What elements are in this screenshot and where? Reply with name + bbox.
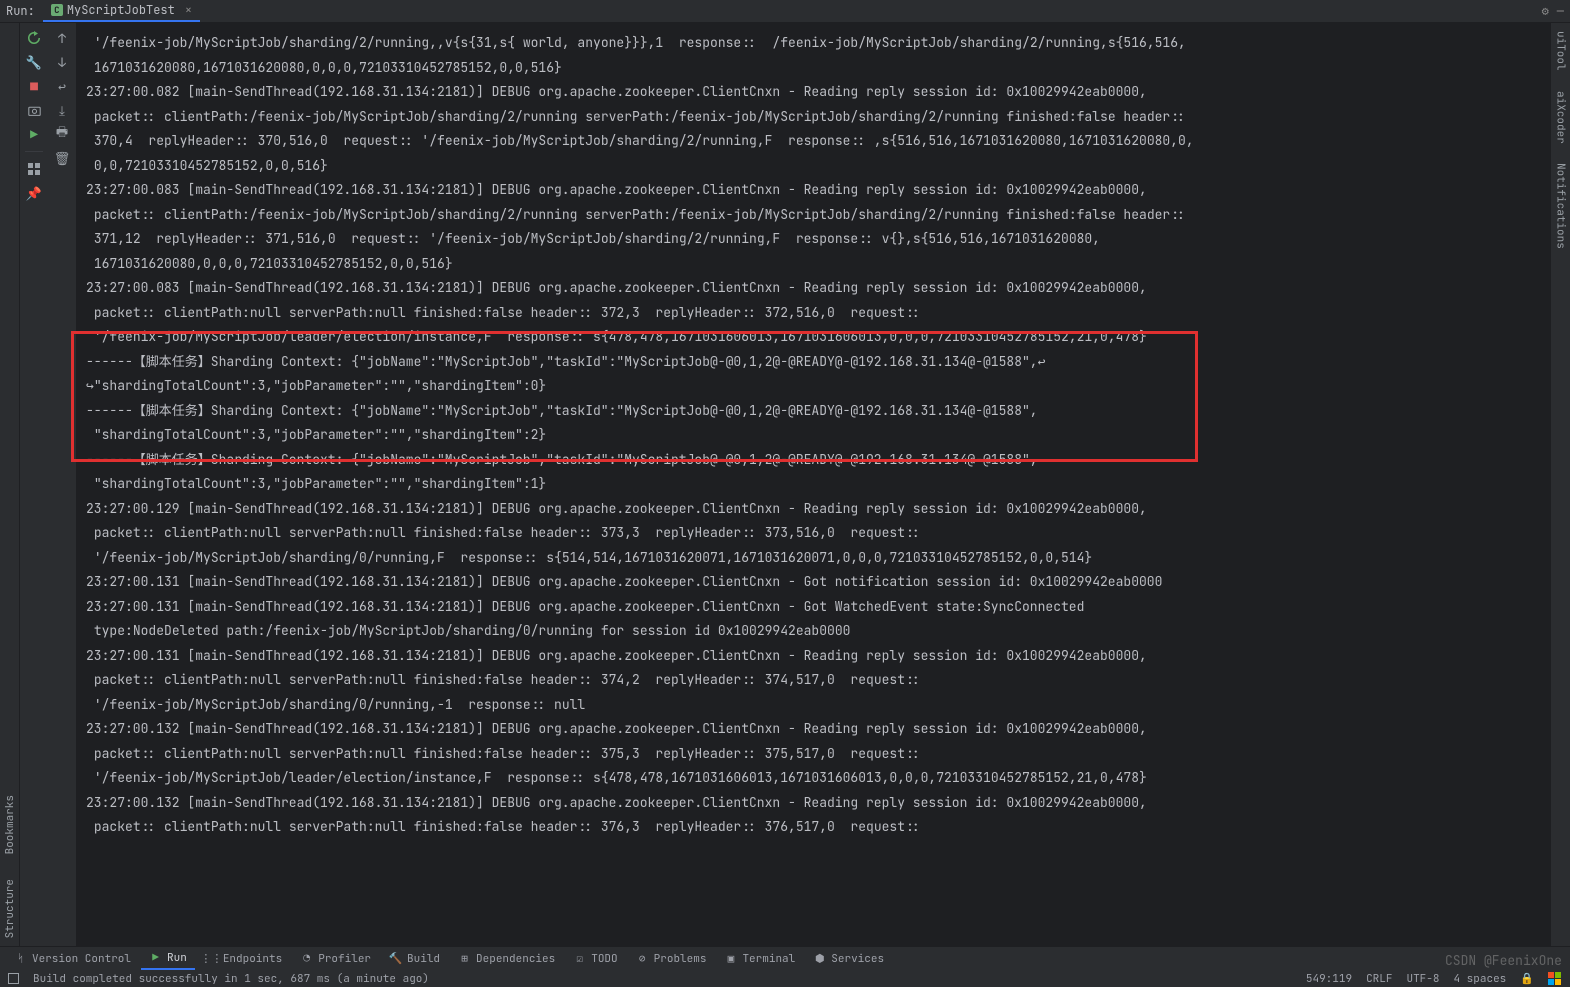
console-line: packet:: clientPath:null serverPath:null…	[86, 521, 1540, 546]
scroll-to-end-icon[interactable]: ⤓	[53, 101, 71, 119]
console-line: 23:27:00.131 [main-SendThread(192.168.31…	[86, 644, 1540, 669]
console-line: 23:27:00.132 [main-SendThread(192.168.31…	[86, 791, 1540, 816]
terminal-tool[interactable]: ▣Terminal	[716, 948, 803, 970]
endpoints-icon: ⋮⋮	[205, 952, 218, 965]
camera-icon[interactable]	[25, 101, 43, 119]
rerun-icon[interactable]	[25, 29, 43, 47]
bottom-tool-bar: ᛋVersion Control ▶Run ⋮⋮Endpoints ◔Profi…	[0, 946, 1570, 970]
console-line: '/feenix-job/MyScriptJob/sharding/0/runn…	[86, 546, 1540, 571]
caret-pos[interactable]: 549:119	[1306, 972, 1352, 986]
console-line: packet:: clientPath:null serverPath:null…	[86, 742, 1540, 767]
console-line: packet:: clientPath:/feenix-job/MyScript…	[86, 203, 1540, 228]
csdn-watermark: CSDN @FeenixOne	[1445, 952, 1562, 969]
console-line: packet:: clientPath:null serverPath:null…	[86, 668, 1540, 693]
notifications-tab[interactable]: Notifications	[1554, 163, 1568, 249]
console-line: packet:: clientPath:/feenix-job/MyScript…	[86, 105, 1540, 130]
line-separator[interactable]: CRLF	[1366, 972, 1392, 986]
console-line: '/feenix-job/MyScriptJob/leader/election…	[86, 325, 1540, 350]
gear-icon[interactable]: ⚙	[1542, 3, 1549, 19]
branch-icon: ᛋ	[14, 952, 27, 965]
up-arrow-icon[interactable]: ↑	[53, 29, 71, 47]
console-line: packet:: clientPath:null serverPath:null…	[86, 301, 1540, 326]
run-tool[interactable]: ▶Run	[141, 948, 195, 970]
close-tab-icon[interactable]: ×	[185, 2, 192, 18]
toolwindow-toggle-icon[interactable]	[8, 973, 19, 984]
console-line: ------【脚本任务】Sharding Context: {"jobName"…	[86, 350, 1540, 375]
minimize-icon[interactable]: —	[1557, 3, 1564, 19]
console-line: 23:27:00.131 [main-SendThread(192.168.31…	[86, 570, 1540, 595]
console-line: packet:: clientPath:null serverPath:null…	[86, 815, 1540, 840]
todo-icon: ☑	[573, 952, 586, 965]
run-tab-title: MyScriptJobTest	[67, 2, 175, 18]
run-tab-myscriptjobtest[interactable]: C MyScriptJobTest ×	[43, 0, 200, 22]
pin-icon[interactable]: 📌	[25, 184, 43, 202]
console-line: 370,4 replyHeader:: 370,516,0 request:: …	[86, 129, 1540, 154]
console-line: '/feenix-job/MyScriptJob/leader/election…	[86, 766, 1540, 791]
play-plus-icon[interactable]: ▶	[25, 125, 43, 143]
console-line: 23:27:00.083 [main-SendThread(192.168.31…	[86, 276, 1540, 301]
aixcoder-tab[interactable]: aiXcoder	[1554, 91, 1568, 144]
console-line: 23:27:00.131 [main-SendThread(192.168.31…	[86, 595, 1540, 620]
stop-icon[interactable]: ■	[25, 77, 43, 95]
console-line: '/feenix-job/MyScriptJob/sharding/2/runn…	[86, 31, 1540, 56]
run-actions-col-1: 🔧 ■ ▶ 📌	[20, 23, 48, 946]
console-line: "shardingTotalCount":3,"jobParameter":""…	[86, 472, 1540, 497]
todo-tool[interactable]: ☑TODO	[565, 948, 625, 970]
services-icon: ⬢	[813, 952, 826, 965]
status-bar: Build completed successfully in 1 sec, 6…	[0, 970, 1570, 987]
console-line: 23:27:00.129 [main-SendThread(192.168.31…	[86, 497, 1540, 522]
dependencies-tool[interactable]: ⊞Dependencies	[450, 948, 563, 970]
services-tool[interactable]: ⬢Services	[805, 948, 892, 970]
console-line: type:NodeDeleted path:/feenix-job/MyScri…	[86, 619, 1540, 644]
clear-icon[interactable]: 🗑	[53, 149, 71, 167]
file-encoding[interactable]: UTF-8	[1406, 972, 1439, 986]
deps-icon: ⊞	[458, 952, 471, 965]
bookmarks-tool[interactable]: Bookmarks	[3, 795, 17, 854]
console-line: "shardingTotalCount":3,"jobParameter":""…	[86, 423, 1540, 448]
console-line: 23:27:00.132 [main-SendThread(192.168.31…	[86, 717, 1540, 742]
left-tool-strip: Bookmarks Structure	[0, 23, 20, 946]
console-line: 23:27:00.083 [main-SendThread(192.168.31…	[86, 178, 1540, 203]
play-icon: ▶	[149, 951, 162, 964]
console-line: ↪"shardingTotalCount":3,"jobParameter":"…	[86, 374, 1540, 399]
readonly-lock-icon[interactable]: 🔒	[1520, 972, 1534, 986]
profiler-icon: ◔	[300, 952, 313, 965]
layout-icon[interactable]	[25, 160, 43, 178]
profiler-tool[interactable]: ◔Profiler	[292, 948, 379, 970]
indent-info[interactable]: 4 spaces	[1453, 972, 1506, 986]
console-line: '/feenix-job/MyScriptJob/sharding/0/runn…	[86, 693, 1540, 718]
down-arrow-icon[interactable]: ↓	[53, 53, 71, 71]
soft-wrap-icon[interactable]: ↩	[53, 77, 71, 95]
class-icon: C	[51, 4, 63, 16]
windows-flag-icon	[1548, 972, 1562, 986]
terminal-icon: ▣	[724, 952, 737, 965]
hammer-icon: 🔨	[389, 952, 402, 965]
console-line: ------【脚本任务】Sharding Context: {"jobName"…	[86, 399, 1540, 424]
console-line: 1671031620080,1671031620080,0,0,0,721033…	[86, 56, 1540, 81]
print-icon[interactable]: 🖶	[53, 125, 71, 143]
build-tool[interactable]: 🔨Build	[381, 948, 448, 970]
run-actions-col-2: ↑ ↓ ↩ ⤓ 🖶 🗑	[48, 23, 76, 946]
console-line: 371,12 replyHeader:: 371,516,0 request::…	[86, 227, 1540, 252]
right-tool-strip: uiTool aiXcoder Notifications	[1550, 23, 1570, 946]
console-output[interactable]: '/feenix-job/MyScriptJob/sharding/2/runn…	[76, 23, 1550, 946]
run-toolwindow-header: Run: C MyScriptJobTest × ⚙ —	[0, 0, 1570, 23]
run-label: Run:	[6, 3, 35, 19]
console-line: 0,0,72103310452785152,0,0,516}	[86, 154, 1540, 179]
wrench-icon[interactable]: 🔧	[25, 53, 43, 71]
console-line: ------【脚本任务】Sharding Context: {"jobName"…	[86, 448, 1540, 473]
console-line: 23:27:00.082 [main-SendThread(192.168.31…	[86, 80, 1540, 105]
problems-icon: ⊘	[636, 952, 649, 965]
console-line: 1671031620080,0,0,0,72103310452785152,0,…	[86, 252, 1540, 277]
structure-tool[interactable]: Structure	[3, 879, 17, 938]
build-status-text: Build completed successfully in 1 sec, 6…	[33, 972, 429, 986]
problems-tool[interactable]: ⊘Problems	[628, 948, 715, 970]
vcs-tool[interactable]: ᛋVersion Control	[6, 948, 139, 970]
uitool-tab[interactable]: uiTool	[1554, 31, 1568, 71]
endpoints-tool[interactable]: ⋮⋮Endpoints	[197, 948, 290, 970]
